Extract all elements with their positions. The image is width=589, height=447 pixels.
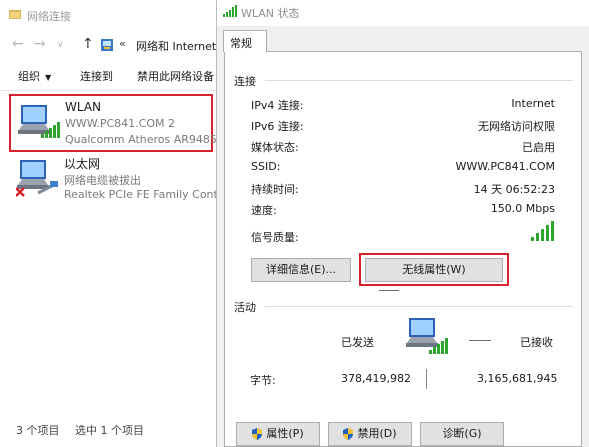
- window-titlebar: 网络连接: [0, 0, 216, 30]
- status-bar: 3 个项目 选中 1 个项目: [0, 418, 216, 447]
- selected-count: 选中 1 个项目: [75, 424, 144, 437]
- duration-label: 持续时间:: [251, 183, 299, 196]
- forward-arrow-icon[interactable]: →: [34, 36, 46, 52]
- ssid-label: SSID:: [251, 160, 281, 173]
- organize-label: 组织: [18, 70, 40, 83]
- sent-label: 已发送: [341, 336, 374, 349]
- network-connections-window: 网络连接 ← → ∨ ↑ « 网络和 Internet 组织 ▼ 连接到 禁用此网…: [0, 0, 222, 447]
- properties-button-label: 属性(P): [266, 427, 304, 440]
- organize-menu[interactable]: 组织 ▼: [18, 68, 51, 84]
- signal-quality-label: 信号质量:: [251, 231, 299, 244]
- connect-to-button[interactable]: 连接到: [80, 68, 113, 84]
- address-chevron[interactable]: «: [119, 37, 126, 50]
- received-line: [469, 340, 491, 341]
- group-divider: [265, 306, 573, 307]
- network-item-adapter: Realtek PCIe FE Family Contr: [64, 188, 223, 201]
- disable-button-label: 禁用(D): [357, 427, 397, 440]
- details-button[interactable]: 详细信息(E)...: [251, 258, 351, 282]
- wireless-computer-icon: [18, 105, 60, 138]
- activity-group-title: 活动: [234, 301, 256, 314]
- ipv4-label: IPv4 连接:: [251, 99, 304, 112]
- dialog-titlebar: WLAN 状态: [217, 0, 589, 26]
- uac-shield-icon: [343, 428, 354, 440]
- ssid-value: WWW.PC841.COM: [455, 160, 556, 173]
- network-item-status: 网络电缆被拔出: [64, 174, 141, 187]
- caret-down-icon: ▼: [45, 73, 52, 82]
- signal-bar: [536, 233, 539, 241]
- network-folder-icon: [9, 10, 21, 19]
- tab-general-label: 常规: [230, 37, 252, 50]
- tab-general[interactable]: 常规: [223, 30, 267, 52]
- ipv4-value: Internet: [511, 97, 555, 110]
- signal-bar: [531, 237, 534, 241]
- signal-strength-icon: [223, 5, 237, 17]
- window-title: 网络连接: [27, 10, 71, 23]
- properties-button[interactable]: 属性(P): [236, 422, 320, 446]
- diagnose-button[interactable]: 诊断(G): [420, 422, 504, 446]
- tab-panel: 连接 IPv4 连接: Internet IPv6 连接: 无网络访问权限 媒体…: [224, 51, 582, 447]
- bytes-separator: [426, 369, 427, 389]
- network-activity-computer-icon: [406, 318, 448, 354]
- network-item-name: 以太网: [64, 157, 101, 171]
- signal-bar: [551, 221, 554, 241]
- network-item-ethernet[interactable]: 以太网 网络电缆被拔出 Realtek PCIe FE Family Contr: [10, 151, 222, 207]
- signal-quality-bars-icon: [531, 221, 554, 241]
- up-arrow-icon[interactable]: ↑: [82, 36, 94, 52]
- network-item-ssid: WWW.PC841.COM 2: [65, 117, 175, 130]
- received-label: 已接收: [520, 336, 553, 349]
- sent-line: [379, 290, 399, 291]
- ipv6-label: IPv6 连接:: [251, 120, 304, 133]
- item-count: 3 个项目: [16, 424, 60, 437]
- command-toolbar: 组织 ▼ 连接到 禁用此网络设备: [0, 60, 216, 91]
- network-item-name: WLAN: [65, 100, 102, 114]
- speed-label: 速度:: [251, 204, 277, 217]
- disable-button[interactable]: 禁用(D): [328, 422, 412, 446]
- media-state-label: 媒体状态:: [251, 141, 299, 154]
- control-panel-icon: [101, 39, 113, 51]
- connection-group-title: 连接: [234, 75, 256, 88]
- address-breadcrumb[interactable]: 网络和 Internet: [136, 38, 216, 54]
- ipv6-value: 无网络访问权限: [478, 120, 555, 133]
- navigation-bar: ← → ∨ ↑ « 网络和 Internet: [0, 30, 216, 60]
- duration-value: 14 天 06:52:23: [473, 183, 555, 196]
- recent-dropdown-icon[interactable]: ∨: [57, 40, 64, 50]
- network-item-wlan[interactable]: WLAN WWW.PC841.COM 2 Qualcomm Atheros AR…: [9, 94, 217, 152]
- signal-bar: [541, 229, 544, 241]
- back-arrow-icon[interactable]: ←: [12, 36, 24, 52]
- signal-bar: [546, 225, 549, 241]
- dialog-title: WLAN 状态: [241, 7, 300, 20]
- wireless-properties-button[interactable]: 无线属性(W): [365, 258, 503, 282]
- received-bytes-value: 3,165,681,945: [477, 372, 558, 385]
- disable-device-button[interactable]: 禁用此网络设备: [137, 68, 214, 84]
- speed-value: 150.0 Mbps: [490, 202, 555, 215]
- media-state-value: 已启用: [522, 141, 555, 154]
- uac-shield-icon: [252, 428, 263, 440]
- ethernet-disconnected-icon: [16, 160, 59, 197]
- bytes-label: 字节:: [250, 374, 276, 387]
- network-item-adapter: Qualcomm Atheros AR9485: [65, 133, 217, 146]
- group-divider: [265, 80, 573, 81]
- sent-bytes-value: 378,419,982: [341, 372, 411, 385]
- wlan-status-dialog: WLAN 状态 常规 连接 IPv4 连接: Internet IPv6 连接:…: [217, 0, 589, 447]
